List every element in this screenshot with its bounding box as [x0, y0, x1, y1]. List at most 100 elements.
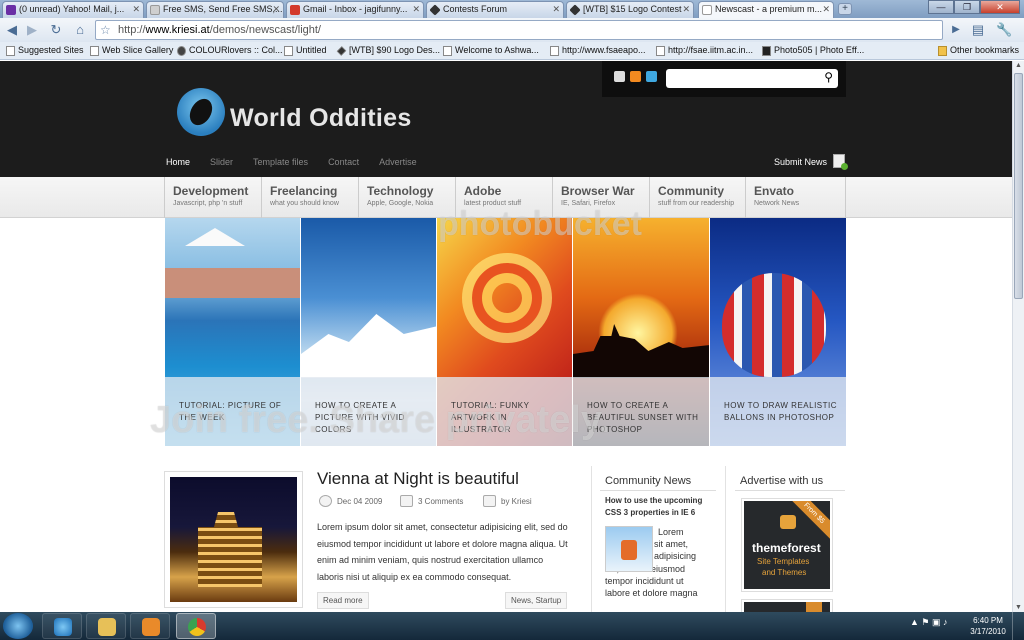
page-menu-icon[interactable]: ▤	[970, 22, 986, 38]
taskbar-explorer[interactable]	[86, 613, 126, 639]
bookmark-item[interactable]: http://fsae.iitm.ac.in...	[656, 44, 753, 57]
nav-slider[interactable]: Slider	[210, 157, 233, 167]
second-ad[interactable]	[741, 599, 833, 612]
close-tab-icon[interactable]: ✕	[272, 2, 280, 17]
category-technology[interactable]: Technology Apple, Google, Nokia	[358, 177, 455, 218]
search-icon[interactable]: ⚲	[824, 70, 833, 84]
close-tab-icon[interactable]: ✕	[552, 2, 560, 17]
back-button[interactable]: ◀	[4, 22, 20, 38]
browser-tab-gmail[interactable]: Gmail - Inbox - jagifunny... ✕	[286, 1, 424, 18]
email-icon[interactable]	[614, 71, 625, 82]
read-more-button[interactable]: Read more	[317, 592, 369, 609]
community-news-link[interactable]: How to use the upcoming CSS 3 properties…	[605, 495, 709, 518]
address-bar[interactable]: ☆ http://www.kriesi.at/demos/newscast/li…	[95, 20, 943, 40]
new-tab-button[interactable]: +	[838, 3, 852, 15]
slide-caption: HOW TO CREATE A PICTURE WITH VIVID COLOR…	[301, 377, 438, 446]
home-button[interactable]: ⌂	[72, 22, 88, 38]
bookmark-item[interactable]: Suggested Sites	[6, 44, 84, 57]
divider	[735, 490, 845, 491]
bookmark-item[interactable]: Web Slice Gallery	[90, 44, 173, 57]
category-browser-war[interactable]: Browser War IE, Safari, Firefox	[552, 177, 649, 218]
windows-taskbar: ▲ ⚑ ▣ ♪ 6:40 PM 3/17/2010	[0, 612, 1024, 640]
taskbar-ie[interactable]	[42, 613, 82, 639]
close-tab-icon[interactable]: ✕	[132, 2, 140, 17]
go-arrow-icon[interactable]: ▶	[948, 22, 964, 38]
category-adobe[interactable]: Adobe latest product stuff	[455, 177, 552, 218]
scrollbar-thumb[interactable]	[1014, 73, 1023, 299]
category-envato[interactable]: Envato Network News	[745, 177, 846, 218]
close-tab-icon[interactable]: ✕	[682, 2, 690, 17]
post-thumbnail[interactable]	[164, 471, 303, 608]
forum-favicon-icon	[336, 46, 347, 56]
slide-funky-artwork[interactable]: TUTORIAL: FUNKY ARTWORK IN ILLUSTRATOR	[436, 218, 574, 446]
page-icon	[656, 46, 665, 56]
close-window-button[interactable]: ✕	[980, 0, 1020, 14]
browser-tab-newscast[interactable]: Newscast - a premium m... ✕	[698, 1, 834, 19]
show-desktop-button[interactable]	[1012, 612, 1024, 640]
post-title[interactable]: Vienna at Night is beautiful	[317, 469, 519, 489]
browser-tab-yahoo[interactable]: (0 unread) Yahoo! Mail, j... ✕	[2, 1, 144, 18]
site-logo[interactable]: World Oddities	[230, 104, 412, 133]
submit-news-icon[interactable]	[833, 154, 848, 170]
bookmark-item[interactable]: COLOURlovers :: Col...	[177, 44, 283, 57]
close-tab-icon[interactable]: ✕	[412, 2, 420, 17]
post-tags[interactable]: News, Startup	[505, 592, 568, 609]
scroll-up-icon[interactable]: ▲	[1015, 62, 1022, 69]
browser-tab-logo-contest[interactable]: [WTB] $15 Logo Contest ✕	[566, 1, 694, 18]
page-favicon-icon	[702, 5, 712, 15]
nav-contact[interactable]: Contact	[328, 157, 359, 167]
bookmark-item[interactable]: Untitled	[284, 44, 327, 57]
search-input[interactable]: ⚲	[666, 69, 838, 88]
page-favicon-icon	[150, 5, 160, 15]
slide-caption: TUTORIAL: FUNKY ARTWORK IN ILLUSTRATOR	[437, 377, 574, 446]
nav-advertise[interactable]: Advertise	[379, 157, 417, 167]
photo-icon	[762, 46, 771, 56]
wrench-menu-icon[interactable]: 🔧	[996, 22, 1012, 38]
category-community[interactable]: Community stuff from our readership	[649, 177, 746, 218]
bookmark-item[interactable]: [WTB] $90 Logo Des...	[336, 44, 440, 57]
slide-sunset[interactable]: HOW TO CREATE A BEAUTIFUL SUNSET WITH PH…	[572, 218, 710, 446]
minimize-button[interactable]: —	[928, 0, 954, 14]
taskbar-chrome[interactable]	[176, 613, 216, 639]
window-controls: — ❐ ✕	[928, 0, 1020, 14]
post-comments[interactable]: 3 Comments	[400, 495, 463, 507]
author-icon	[483, 495, 496, 507]
submit-news-link[interactable]: Submit News	[774, 157, 827, 167]
scroll-down-icon[interactable]: ▼	[1015, 604, 1022, 611]
bookmark-item[interactable]: http://www.fsaeapo...	[550, 44, 646, 57]
divider	[600, 490, 716, 491]
community-news-thumbnail[interactable]	[605, 526, 653, 572]
nav-template-files[interactable]: Template files	[253, 157, 308, 167]
category-freelancing[interactable]: Freelancing what you should know	[261, 177, 358, 218]
taskbar-clock[interactable]: 6:40 PM 3/17/2010	[968, 615, 1008, 637]
bookmark-item[interactable]: Welcome to Ashwa...	[443, 44, 539, 57]
start-button[interactable]	[3, 613, 33, 639]
media-player-icon	[142, 618, 160, 636]
browser-tab-sms[interactable]: Free SMS, Send Free SMS,... ✕	[146, 1, 284, 18]
slide-vivid-colors[interactable]: HOW TO CREATE A PICTURE WITH VIVID COLOR…	[300, 218, 438, 446]
other-bookmarks-folder[interactable]: Other bookmarks	[938, 44, 1019, 57]
bookmark-item[interactable]: Photo505 | Photo Eff...	[762, 44, 864, 57]
close-tab-icon[interactable]: ✕	[822, 2, 830, 17]
reload-button[interactable]: ↻	[48, 22, 64, 38]
ad-line-1: Site Templates	[757, 557, 810, 566]
vertical-scrollbar[interactable]: ▲ ▼	[1012, 61, 1024, 612]
bookmark-star-icon[interactable]: ☆	[100, 21, 111, 39]
themeforest-ad[interactable]: From $5 themeforest Site Templates and T…	[741, 498, 833, 592]
rss-icon[interactable]	[630, 71, 641, 82]
browser-tab-contests[interactable]: Contests Forum ✕	[426, 1, 564, 18]
mountain-image	[301, 314, 438, 378]
forward-button[interactable]: ▶	[24, 22, 40, 38]
slide-picture-of-week[interactable]: TUTORIAL: PICTURE OF THE WEEK	[164, 218, 302, 446]
browser-tab-strip: (0 unread) Yahoo! Mail, j... ✕ Free SMS,…	[0, 0, 1024, 19]
taskbar-media-player[interactable]	[130, 613, 170, 639]
themeforest-logo-icon	[780, 515, 796, 529]
slide-balloons[interactable]: HOW TO DRAW REALISTIC BALLONS IN PHOTOSH…	[709, 218, 846, 446]
post-date: Dec 04 2009	[319, 495, 382, 507]
system-tray[interactable]: ▲ ⚑ ▣ ♪	[910, 617, 947, 628]
logo-icon[interactable]	[177, 88, 225, 136]
nav-home[interactable]: Home	[166, 157, 190, 167]
category-development[interactable]: Development Javascript, php 'n stuff	[164, 177, 261, 218]
twitter-icon[interactable]	[646, 71, 657, 82]
maximize-button[interactable]: ❐	[954, 0, 980, 14]
